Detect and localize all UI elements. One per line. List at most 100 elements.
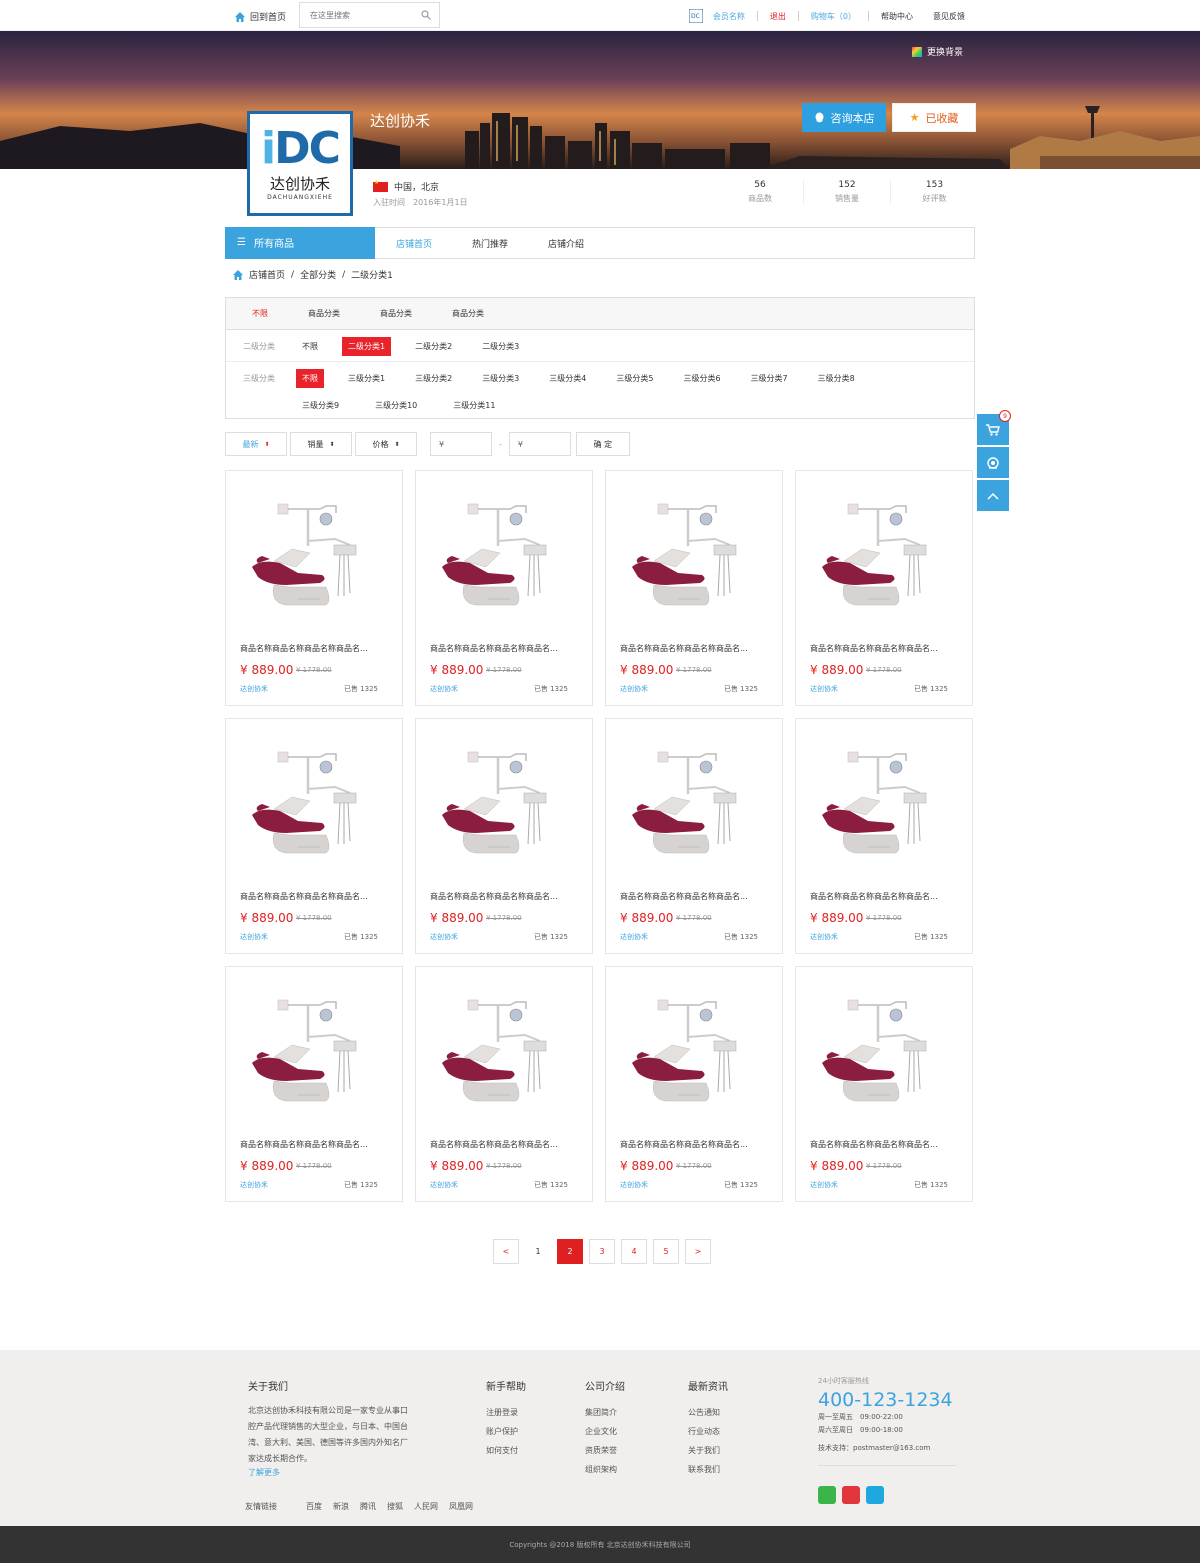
prev-page-button[interactable]: < xyxy=(493,1239,519,1264)
product-card[interactable]: 商品名称商品名称商品名称商品名... ¥ 889.00 ¥ 1778.00 达创… xyxy=(795,966,973,1202)
product-image[interactable] xyxy=(620,501,770,621)
logout-link[interactable]: 退出 xyxy=(770,11,786,22)
nav-shop-intro[interactable]: 店铺介绍 xyxy=(548,237,584,250)
weibo-icon[interactable] xyxy=(842,1486,860,1504)
product-name[interactable]: 商品名称商品名称商品名称商品名... xyxy=(240,891,368,902)
product-card[interactable]: 商品名称商品名称商品名称商品名... ¥ 889.00 ¥ 1778.00 达创… xyxy=(415,470,593,706)
level3-option[interactable]: 三级分类11 xyxy=(447,396,501,415)
member-name-link[interactable]: 会员名称 xyxy=(713,11,745,22)
level3-option[interactable]: 三级分类6 xyxy=(677,369,726,388)
product-image[interactable] xyxy=(430,749,580,869)
consult-shop-button[interactable]: 咨询本店 xyxy=(802,103,886,132)
product-image[interactable] xyxy=(430,997,580,1117)
product-card[interactable]: 商品名称商品名称商品名称商品名... ¥ 889.00 ¥ 1778.00 达创… xyxy=(795,470,973,706)
product-card[interactable]: 商品名称商品名称商品名称商品名... ¥ 889.00 ¥ 1778.00 达创… xyxy=(605,966,783,1202)
level3-option[interactable]: 三级分类3 xyxy=(476,369,525,388)
product-name[interactable]: 商品名称商品名称商品名称商品名... xyxy=(620,1139,748,1150)
product-image[interactable] xyxy=(810,997,960,1117)
side-service-button[interactable] xyxy=(977,447,1009,478)
product-image[interactable] xyxy=(430,501,580,621)
product-shop-name[interactable]: 达创协禾 xyxy=(240,684,268,694)
product-card[interactable]: 商品名称商品名称商品名称商品名... ¥ 889.00 ¥ 1778.00 达创… xyxy=(415,966,593,1202)
footer-learn-more-link[interactable]: 了解更多 xyxy=(248,1468,280,1477)
friend-link[interactable]: 凤凰网 xyxy=(449,1501,473,1512)
change-background-button[interactable]: 更换背景 xyxy=(912,45,963,58)
nav-hot-picks[interactable]: 热门推荐 xyxy=(472,237,508,250)
footer-link[interactable]: 联系我们 xyxy=(688,1465,720,1474)
footer-link[interactable]: 行业动态 xyxy=(688,1427,720,1436)
back-to-top-button[interactable] xyxy=(977,480,1009,511)
product-card[interactable]: 商品名称商品名称商品名称商品名... ¥ 889.00 ¥ 1778.00 达创… xyxy=(225,966,403,1202)
search-icon[interactable] xyxy=(421,10,431,20)
product-name[interactable]: 商品名称商品名称商品名称商品名... xyxy=(810,891,938,902)
filter-tab-category[interactable]: 商品分类 xyxy=(380,308,412,319)
product-card[interactable]: 商品名称商品名称商品名称商品名... ¥ 889.00 ¥ 1778.00 达创… xyxy=(605,718,783,954)
friend-link[interactable]: 百度 xyxy=(306,1501,322,1512)
level2-option[interactable]: 不限 xyxy=(296,337,324,356)
product-image[interactable] xyxy=(620,997,770,1117)
side-cart-button[interactable]: 9 xyxy=(977,410,1011,445)
product-shop-name[interactable]: 达创协禾 xyxy=(430,684,458,694)
filter-tab-category[interactable]: 商品分类 xyxy=(452,308,484,319)
friend-link[interactable]: 腾讯 xyxy=(360,1501,376,1512)
footer-link[interactable]: 企业文化 xyxy=(585,1427,617,1436)
page-button[interactable]: 4 xyxy=(621,1239,647,1264)
product-card[interactable]: 商品名称商品名称商品名称商品名... ¥ 889.00 ¥ 1778.00 达创… xyxy=(225,470,403,706)
product-card[interactable]: 商品名称商品名称商品名称商品名... ¥ 889.00 ¥ 1778.00 达创… xyxy=(795,718,973,954)
page-button[interactable]: 3 xyxy=(589,1239,615,1264)
price-confirm-button[interactable]: 确 定 xyxy=(575,432,630,456)
product-shop-name[interactable]: 达创协禾 xyxy=(620,684,648,694)
product-name[interactable]: 商品名称商品名称商品名称商品名... xyxy=(430,643,558,654)
sort-newest-button[interactable]: 最新 ⬍ xyxy=(225,432,287,456)
product-shop-name[interactable]: 达创协禾 xyxy=(430,1180,458,1190)
level3-option[interactable]: 三级分类8 xyxy=(812,369,861,388)
sort-price-button[interactable]: 价格 ⬍ xyxy=(355,432,417,456)
product-shop-name[interactable]: 达创协禾 xyxy=(240,1180,268,1190)
wechat-icon[interactable] xyxy=(818,1486,836,1504)
favorite-shop-button[interactable]: ★ 已收藏 xyxy=(892,103,976,132)
page-button-current[interactable]: 2 xyxy=(557,1239,583,1264)
product-card[interactable]: 商品名称商品名称商品名称商品名... ¥ 889.00 ¥ 1778.00 达创… xyxy=(605,470,783,706)
product-shop-name[interactable]: 达创协禾 xyxy=(430,932,458,942)
product-name[interactable]: 商品名称商品名称商品名称商品名... xyxy=(620,643,748,654)
level2-option[interactable]: 二级分类2 xyxy=(409,337,458,356)
product-name[interactable]: 商品名称商品名称商品名称商品名... xyxy=(240,1139,368,1150)
footer-link[interactable]: 关于我们 xyxy=(688,1446,720,1455)
friend-link[interactable]: 新浪 xyxy=(333,1501,349,1512)
home-link[interactable]: 回到首页 xyxy=(235,10,286,23)
next-page-button[interactable]: > xyxy=(685,1239,711,1264)
footer-link[interactable]: 注册登录 xyxy=(486,1408,518,1417)
product-shop-name[interactable]: 达创协禾 xyxy=(810,932,838,942)
product-card[interactable]: 商品名称商品名称商品名称商品名... ¥ 889.00 ¥ 1778.00 达创… xyxy=(415,718,593,954)
level3-option[interactable]: 三级分类4 xyxy=(543,369,592,388)
help-center-link[interactable]: 帮助中心 xyxy=(881,11,913,22)
friend-link[interactable]: 搜狐 xyxy=(387,1501,403,1512)
page-button[interactable]: 5 xyxy=(653,1239,679,1264)
product-shop-name[interactable]: 达创协禾 xyxy=(240,932,268,942)
sort-sales-button[interactable]: 销量 ⬍ xyxy=(290,432,352,456)
product-card[interactable]: 商品名称商品名称商品名称商品名... ¥ 889.00 ¥ 1778.00 达创… xyxy=(225,718,403,954)
breadcrumb-shop-home[interactable]: 店铺首页 xyxy=(249,268,285,281)
product-image[interactable] xyxy=(810,749,960,869)
level3-option[interactable]: 三级分类5 xyxy=(610,369,659,388)
product-image[interactable] xyxy=(240,501,390,621)
product-name[interactable]: 商品名称商品名称商品名称商品名... xyxy=(430,891,558,902)
product-name[interactable]: 商品名称商品名称商品名称商品名... xyxy=(620,891,748,902)
product-name[interactable]: 商品名称商品名称商品名称商品名... xyxy=(240,643,368,654)
breadcrumb-all-categories[interactable]: 全部分类 xyxy=(300,268,336,281)
level3-option[interactable]: 三级分类7 xyxy=(745,369,794,388)
feedback-link[interactable]: 意见反馈 xyxy=(933,11,965,22)
footer-link[interactable]: 资质荣誉 xyxy=(585,1446,617,1455)
product-image[interactable] xyxy=(240,997,390,1117)
product-shop-name[interactable]: 达创协禾 xyxy=(810,1180,838,1190)
level3-option[interactable]: 三级分类9 xyxy=(296,396,345,415)
level2-option-selected[interactable]: 二级分类1 xyxy=(342,336,392,356)
level3-option[interactable]: 三级分类2 xyxy=(409,369,458,388)
footer-link[interactable]: 组织架构 xyxy=(585,1465,617,1474)
product-image[interactable] xyxy=(810,501,960,621)
page-button[interactable]: 1 xyxy=(525,1239,551,1264)
level3-option[interactable]: 三级分类1 xyxy=(342,369,391,388)
search-input[interactable] xyxy=(300,3,410,27)
cart-link[interactable]: 购物车（0） xyxy=(811,11,856,22)
product-shop-name[interactable]: 达创协禾 xyxy=(620,1180,648,1190)
